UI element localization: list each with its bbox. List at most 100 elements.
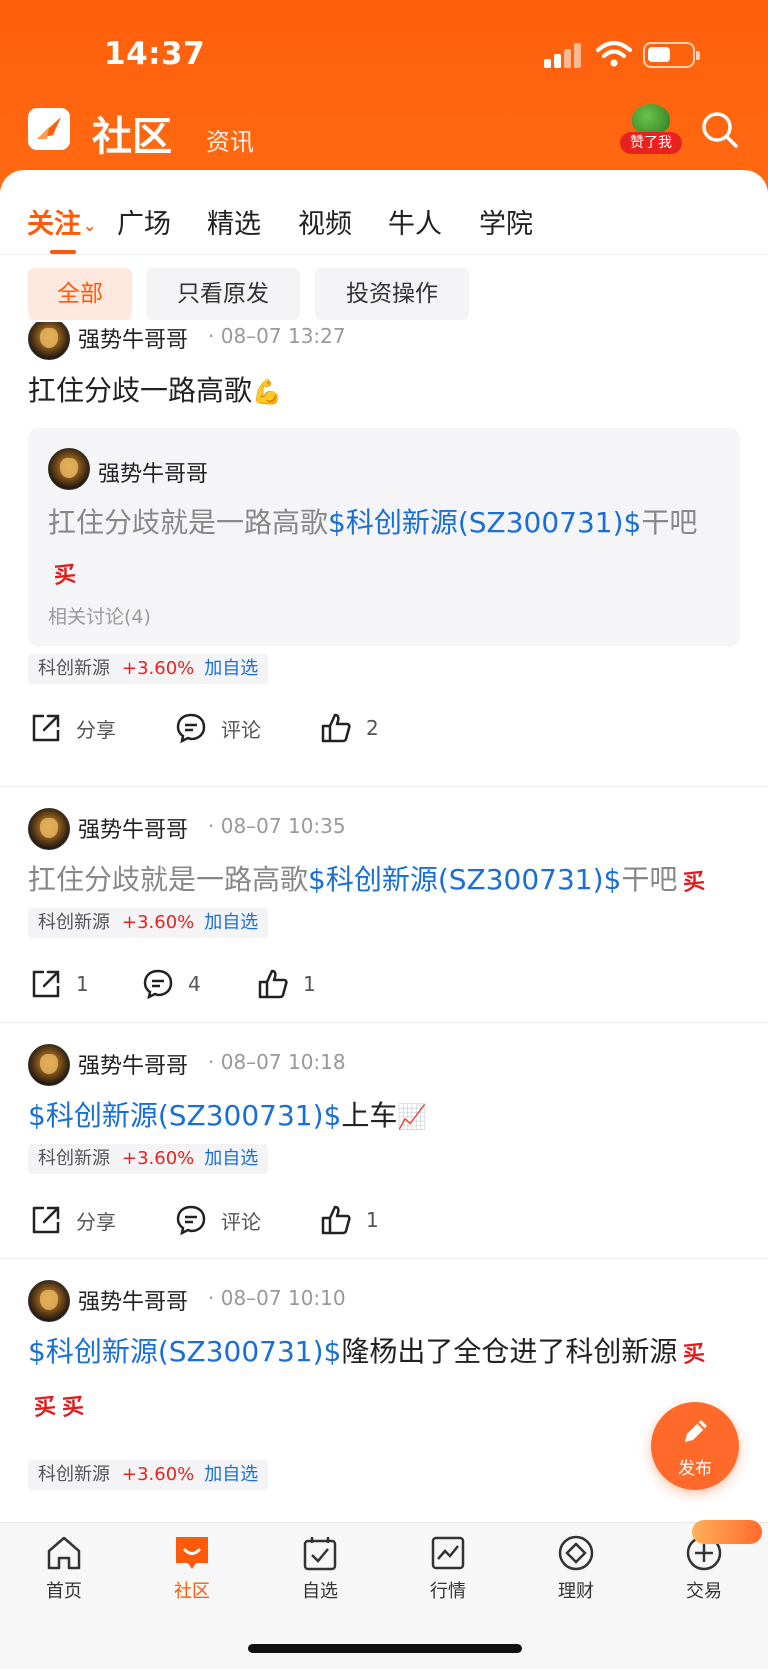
comment-icon <box>143 969 173 1000</box>
share-button[interactable]: 分享 <box>30 708 116 748</box>
pencil-icon <box>685 1420 707 1442</box>
status-time: 14:37 <box>104 36 206 72</box>
buy-sticker-icon: 买 <box>32 1393 58 1422</box>
stock-tag[interactable]: 科创新源 +3.60% 加自选 <box>28 908 269 938</box>
buy-sticker-icon: 买 <box>60 1393 86 1422</box>
search-icon[interactable] <box>700 110 740 150</box>
stock-tag[interactable]: 科创新源 +3.60% 加自选 <box>28 1460 269 1490</box>
app-bar: 社区 资讯 赞了我 <box>0 100 768 170</box>
post-author[interactable]: 强势牛哥哥 <box>78 1284 188 1316</box>
filter-all[interactable]: 全部 <box>28 268 132 320</box>
home-indicator <box>248 1644 522 1653</box>
nav-watchlist[interactable]: 自选 <box>280 1533 360 1603</box>
avatar[interactable] <box>48 448 90 490</box>
promo-pill[interactable] <box>692 1520 762 1544</box>
buy-sticker-icon: 买 <box>682 1340 707 1369</box>
avatar[interactable] <box>28 322 70 360</box>
comment-icon <box>176 1205 206 1236</box>
add-watchlist-button[interactable]: 加自选 <box>204 1464 258 1485</box>
nav-market[interactable]: 行情 <box>408 1533 488 1603</box>
nav-community[interactable]: 社区 <box>152 1533 232 1603</box>
tab-academy[interactable]: 学院 <box>479 202 533 241</box>
like-button[interactable]: 1 <box>257 964 316 1004</box>
post-card[interactable]: 强势牛哥哥 · 08–07 10:10 $科创新源(SZ300731)$隆杨出了… <box>0 1259 768 1522</box>
related-discussions[interactable]: 相关讨论(4) <box>48 602 151 629</box>
share-button[interactable]: 分享 <box>30 1200 116 1240</box>
thumbs-up-icon <box>258 969 288 999</box>
share-icon <box>32 1206 60 1234</box>
avatar[interactable] <box>28 1044 70 1086</box>
thumbs-up-icon <box>321 713 351 743</box>
market-icon <box>431 1536 465 1570</box>
chart-increasing-icon: 📈 <box>397 1103 428 1131</box>
feed-tabs: 关注 ⌄ 广场 精选 视频 牛人 学院 <box>0 170 768 255</box>
battery-icon <box>643 42 700 68</box>
app-logo-icon <box>28 108 70 150</box>
tab-follow[interactable]: 关注 ⌄ <box>27 202 96 241</box>
post-author[interactable]: 强势牛哥哥 <box>78 322 188 354</box>
nav-home[interactable]: 首页 <box>24 1533 104 1603</box>
stock-link[interactable]: $科创新源(SZ300731)$ <box>28 1335 341 1368</box>
tab-indicator <box>50 250 76 254</box>
filter-chips: 全部 只看原发 投资操作 <box>0 268 768 322</box>
comment-button[interactable]: 评论 <box>175 708 261 748</box>
flexed-biceps-icon: 💪 <box>252 378 282 406</box>
post-time: · 08–07 13:27 <box>208 324 346 348</box>
post-card[interactable]: 强势牛哥哥 · 08–07 10:35 扛住分歧就是一路高歌$科创新源(SZ30… <box>0 787 768 1023</box>
community-icon <box>176 1537 208 1569</box>
tab-featured[interactable]: 精选 <box>207 202 261 241</box>
stock-tag[interactable]: 科创新源 +3.60% 加自选 <box>28 654 269 684</box>
stock-tag[interactable]: 科创新源 +3.60% 加自选 <box>28 1144 269 1174</box>
post-feed: 强势牛哥哥 · 08–07 13:27 扛住分歧一路高歌💪 强势牛哥哥 扛住分歧… <box>0 322 768 1522</box>
post-content: 扛住分歧一路高歌💪 <box>28 366 744 417</box>
like-button[interactable]: 2 <box>320 708 379 748</box>
thumbs-up-icon <box>321 1205 351 1235</box>
post-content: $科创新源(SZ300731)$上车📈 <box>28 1091 744 1142</box>
quote-content: 扛住分歧就是一路高歌$科创新源(SZ300731)$干吧买 <box>48 498 728 601</box>
post-actions: 1 4 1 <box>0 964 768 1004</box>
comment-icon <box>176 713 206 744</box>
post-actions: 分享 评论 1 <box>0 1200 768 1240</box>
add-watchlist-button[interactable]: 加自选 <box>204 658 258 679</box>
plant-avatar-icon <box>632 104 670 134</box>
share-button[interactable]: 1 <box>30 964 89 1004</box>
post-time: · 08–07 10:10 <box>208 1286 346 1310</box>
cellular-signal-icon <box>544 42 584 68</box>
filter-investment-ops[interactable]: 投资操作 <box>315 268 469 320</box>
add-watchlist-button[interactable]: 加自选 <box>204 912 258 933</box>
wifi-icon <box>596 41 632 67</box>
page-title: 社区 <box>92 114 172 160</box>
share-icon <box>32 970 60 998</box>
add-watchlist-button[interactable]: 加自选 <box>204 1148 258 1169</box>
publish-button[interactable]: 发布 <box>651 1402 739 1490</box>
quote-author[interactable]: 强势牛哥哥 <box>98 456 208 488</box>
avatar[interactable] <box>28 1280 70 1322</box>
tab-video[interactable]: 视频 <box>298 202 352 241</box>
post-author[interactable]: 强势牛哥哥 <box>78 812 188 844</box>
liked-me-button[interactable]: 赞了我 <box>620 104 682 156</box>
filter-original-only[interactable]: 只看原发 <box>146 268 300 320</box>
post-card[interactable]: 强势牛哥哥 · 08–07 10:18 $科创新源(SZ300731)$上车📈 … <box>0 1023 768 1259</box>
stock-link[interactable]: $科创新源(SZ300731)$ <box>28 1099 341 1132</box>
post-author[interactable]: 强势牛哥哥 <box>78 1048 188 1080</box>
comment-button[interactable]: 4 <box>142 964 201 1004</box>
publish-label: 发布 <box>678 1459 712 1479</box>
post-card[interactable]: 强势牛哥哥 · 08–07 13:27 扛住分歧一路高歌💪 强势牛哥哥 扛住分歧… <box>0 322 768 787</box>
quoted-post[interactable]: 强势牛哥哥 扛住分歧就是一路高歌$科创新源(SZ300731)$干吧买 相关讨论… <box>28 428 740 646</box>
tab-experts[interactable]: 牛人 <box>388 202 442 241</box>
news-tab[interactable]: 资讯 <box>206 122 254 157</box>
comment-button[interactable]: 评论 <box>175 1200 261 1240</box>
stock-link[interactable]: $科创新源(SZ300731)$ <box>308 863 621 896</box>
stock-link[interactable]: $科创新源(SZ300731)$ <box>328 506 641 539</box>
like-button[interactable]: 1 <box>320 1200 379 1240</box>
liked-me-badge: 赞了我 <box>620 132 682 154</box>
post-content: 扛住分歧就是一路高歌$科创新源(SZ300731)$干吧买 <box>28 855 744 908</box>
post-actions: 分享 评论 2 <box>0 708 768 748</box>
post-time: · 08–07 10:35 <box>208 814 346 838</box>
avatar[interactable] <box>28 808 70 850</box>
chevron-down-icon: ⌄ <box>83 216 97 235</box>
tab-square[interactable]: 广场 <box>117 202 171 241</box>
post-time: · 08–07 10:18 <box>208 1050 346 1074</box>
share-icon <box>32 714 60 742</box>
nav-wealth[interactable]: 理财 <box>536 1533 616 1603</box>
